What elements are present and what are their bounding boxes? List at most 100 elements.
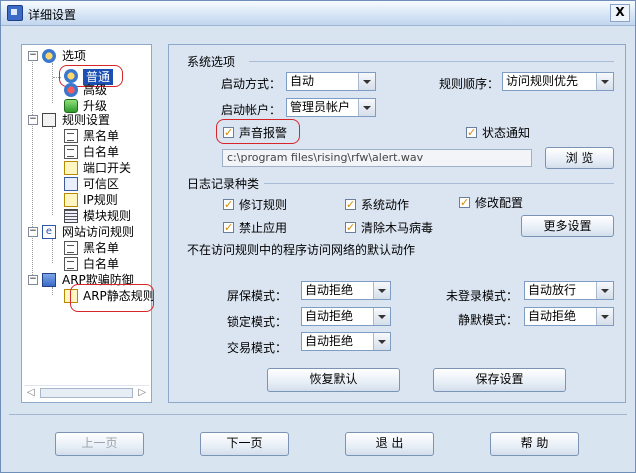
tree-label: 模块规则 (83, 209, 132, 223)
select-value: 自动拒绝 (305, 283, 354, 297)
window-title: 详细设置 (28, 8, 77, 22)
web-icon: e (42, 225, 56, 239)
settings-content: 系统选项 启动方式： 自动 规则顺序： 访问规则优先 启动帐户： 管理员帐户 声… (168, 44, 626, 403)
tree-horizontal-scrollbar[interactable]: ◁ ▷ (24, 385, 149, 400)
collapse-icon[interactable]: − (28, 51, 38, 61)
checkbox-box[interactable] (345, 220, 356, 236)
log-section-title: 日志记录种类 (187, 177, 260, 191)
checkbox-box[interactable] (223, 220, 234, 236)
tree-label: 白名单 (83, 257, 120, 271)
chevron-down-icon[interactable] (596, 282, 613, 299)
tree-label: 选项 (62, 49, 87, 63)
highlight-annotation (216, 119, 300, 144)
tree-label: 网站访问规则 (62, 225, 135, 239)
help-button[interactable]: 帮 助 (490, 432, 579, 456)
trade-mode-select[interactable]: 自动拒绝 (301, 332, 391, 351)
screensaver-mode-label: 屏保模式： (227, 289, 288, 303)
tree-label: IP规则 (83, 193, 118, 207)
next-page-button[interactable]: 下一页 (200, 432, 289, 456)
chevron-down-icon[interactable] (358, 73, 375, 90)
collapse-icon[interactable]: − (28, 115, 38, 125)
document-icon (64, 129, 78, 143)
checkbox-box[interactable] (459, 195, 470, 211)
startup-mode-label: 启动方式： (221, 77, 282, 91)
checkbox-label: 修订规则 (239, 198, 288, 212)
app-icon (7, 5, 23, 21)
startup-account-select[interactable]: 管理员帐户 (286, 98, 376, 117)
rules-book-icon (42, 113, 56, 127)
tree-line (52, 287, 53, 295)
chevron-down-icon[interactable] (373, 282, 390, 299)
more-settings-button[interactable]: 更多设置 (521, 215, 614, 237)
select-value: 自动放行 (528, 283, 577, 297)
tree-line (52, 63, 53, 103)
checkbox-box[interactable] (345, 197, 356, 213)
settings-window: 详细设置 X − 选项 普通 高级 升级 − 规则设置 黑名单 白名单 端口开关… (0, 0, 636, 473)
silent-mode-select[interactable]: 自动拒绝 (524, 307, 614, 326)
sound-file-path-input[interactable]: c:\program files\rising\rfw\alert.wav (222, 149, 532, 167)
scroll-thumb[interactable] (40, 388, 133, 398)
rule-order-select[interactable]: 访问规则优先 (502, 72, 614, 91)
tree-label: 可信区 (83, 177, 120, 191)
checkbox-label: 禁止应用 (239, 221, 288, 235)
ip-rule-icon (64, 193, 78, 207)
default-action-title: 不在访问规则中的程序访问网络的默认动作 (187, 243, 416, 257)
checkbox-box[interactable] (466, 125, 477, 141)
tree-line (32, 59, 33, 285)
checkbox-label: 修改配置 (475, 196, 524, 210)
tree-label: 白名单 (83, 145, 120, 159)
document-icon (64, 257, 78, 271)
not-logged-mode-select[interactable]: 自动放行 (524, 281, 614, 300)
footer-divider (9, 414, 627, 415)
options-gear-icon (42, 49, 56, 63)
advanced-icon (64, 83, 78, 97)
chevron-down-icon[interactable] (373, 308, 390, 325)
tree-label: 端口开关 (83, 161, 132, 175)
checkbox-label: 系统动作 (361, 198, 410, 212)
section-divider (264, 183, 614, 184)
switch-icon (64, 161, 78, 175)
checkbox-label: 清除木马病毒 (361, 221, 434, 235)
tree-label: 规则设置 (62, 113, 111, 127)
prev-page-button[interactable]: 上一页 (55, 432, 144, 456)
chevron-down-icon[interactable] (373, 333, 390, 350)
startup-account-label: 启动帐户： (221, 103, 282, 117)
save-settings-button[interactable]: 保存设置 (433, 368, 566, 392)
select-value: 管理员帐户 (290, 100, 351, 114)
title-bar[interactable]: 详细设置 X (1, 1, 635, 26)
checkbox-box[interactable] (223, 197, 234, 213)
section-divider (249, 61, 614, 62)
exit-button[interactable]: 退 出 (345, 432, 434, 456)
checkbox-label: 状态通知 (482, 126, 531, 140)
document-icon (64, 145, 78, 159)
startup-mode-select[interactable]: 自动 (286, 72, 376, 91)
locked-mode-label: 锁定模式： (227, 315, 288, 329)
select-value: 自动拒绝 (528, 309, 577, 323)
collapse-icon[interactable]: − (28, 275, 38, 285)
scroll-left-icon[interactable]: ◁ (27, 387, 35, 398)
screensaver-mode-select[interactable]: 自动拒绝 (301, 281, 391, 300)
not-logged-mode-label: 未登录模式： (446, 289, 519, 303)
scroll-right-icon[interactable]: ▷ (138, 387, 146, 398)
upgrade-icon (64, 99, 78, 113)
tree-line (52, 239, 53, 263)
restore-default-button[interactable]: 恢复默认 (267, 368, 400, 392)
tree-line (52, 127, 53, 215)
chevron-down-icon[interactable] (596, 73, 613, 90)
select-value: 访问规则优先 (506, 74, 579, 88)
select-value: 自动拒绝 (305, 309, 354, 323)
document-icon (64, 241, 78, 255)
chevron-down-icon[interactable] (596, 308, 613, 325)
silent-mode-label: 静默模式： (458, 313, 519, 327)
select-value: 自动拒绝 (305, 334, 354, 348)
locked-mode-select[interactable]: 自动拒绝 (301, 307, 391, 326)
collapse-icon[interactable]: − (28, 227, 38, 237)
tree-label: 高级 (83, 83, 108, 97)
chevron-down-icon[interactable] (358, 99, 375, 116)
arp-computer-icon (42, 273, 56, 287)
highlight-annotation (70, 284, 154, 312)
tree-label: 黑名单 (83, 129, 120, 143)
browse-button[interactable]: 浏 览 (545, 147, 614, 169)
close-button[interactable]: X (610, 4, 630, 22)
settings-tree: − 选项 普通 高级 升级 − 规则设置 黑名单 白名单 端口开关 可信区 IP… (21, 44, 155, 403)
